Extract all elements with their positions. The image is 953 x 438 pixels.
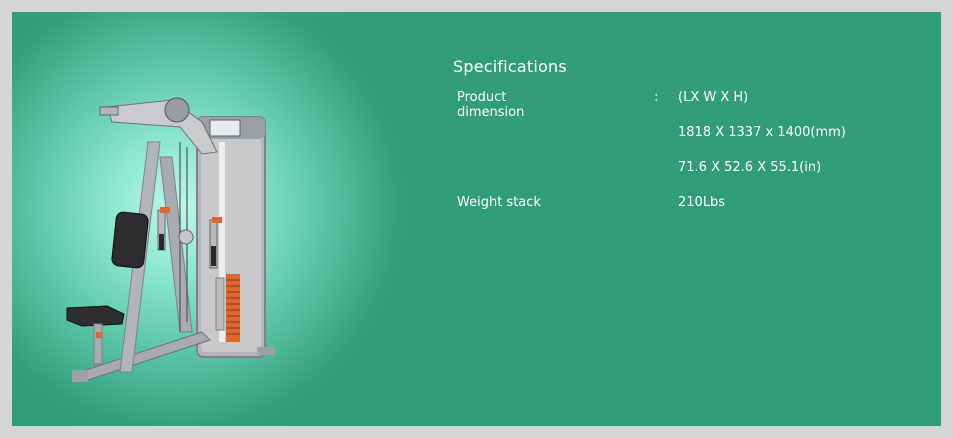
spec-value: (LX W X H) — [678, 90, 749, 105]
spec-value: 1818 X 1337 x 1400(mm) — [678, 125, 846, 140]
spec-label: Weight stack — [457, 195, 541, 210]
specifications-section: Specifications Product dimension : (LX W… — [453, 57, 846, 230]
spec-value: 71.6 X 52.6 X 55.1(in) — [678, 160, 822, 175]
spec-row-weight-stack: Weight stack 210Lbs — [453, 195, 725, 230]
spec-colon: : — [654, 90, 659, 105]
spec-value: 210Lbs — [678, 195, 726, 210]
spec-row-dimension-mm: 1818 X 1337 x 1400(mm) — [453, 125, 846, 160]
spec-label: Product dimension — [457, 90, 525, 120]
spec-row-dimension-in: 71.6 X 52.6 X 55.1(in) — [453, 160, 821, 195]
specifications-area: Specifications Product dimension : (LX W… — [12, 12, 941, 426]
spec-row-product-dimension: Product dimension : (LX W X H) — [453, 90, 748, 125]
product-panel: Specifications Product dimension : (LX W… — [12, 12, 941, 426]
specifications-title: Specifications — [453, 57, 567, 76]
